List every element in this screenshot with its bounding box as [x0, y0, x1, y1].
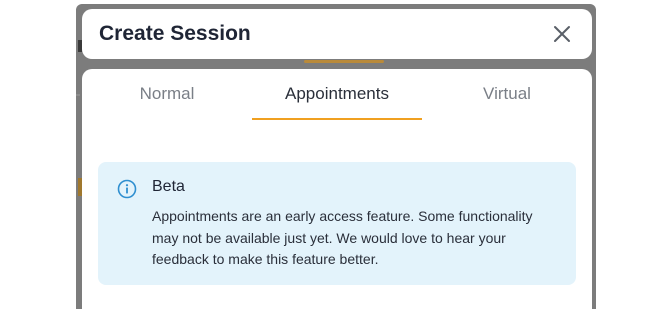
- tab-appointments[interactable]: Appointments: [252, 84, 422, 120]
- tab-virtual[interactable]: Virtual: [442, 84, 572, 120]
- tab-normal[interactable]: Normal: [102, 84, 232, 120]
- modal-title: Create Session: [99, 22, 251, 45]
- background-accent-bar: [304, 60, 384, 63]
- background-fragment: [76, 94, 80, 96]
- callout-title: Beta: [152, 178, 185, 195]
- active-tab-indicator: [252, 118, 422, 120]
- beta-info-callout: Beta Appointments are an early access fe…: [98, 162, 576, 285]
- callout-message: Appointments are an early access feature…: [152, 208, 533, 267]
- close-icon: [554, 26, 570, 42]
- screen: Create Session Normal Appointments Virtu…: [0, 0, 670, 309]
- info-icon: [117, 179, 137, 199]
- tab-label: Appointments: [285, 84, 389, 103]
- tab-label: Virtual: [483, 84, 531, 103]
- modal-body: Normal Appointments Virtual Beta Appoint…: [82, 69, 592, 309]
- session-type-tabs: Normal Appointments Virtual: [82, 69, 592, 121]
- close-button[interactable]: [552, 24, 572, 44]
- modal-header: Create Session: [82, 9, 592, 59]
- tab-label: Normal: [139, 84, 195, 103]
